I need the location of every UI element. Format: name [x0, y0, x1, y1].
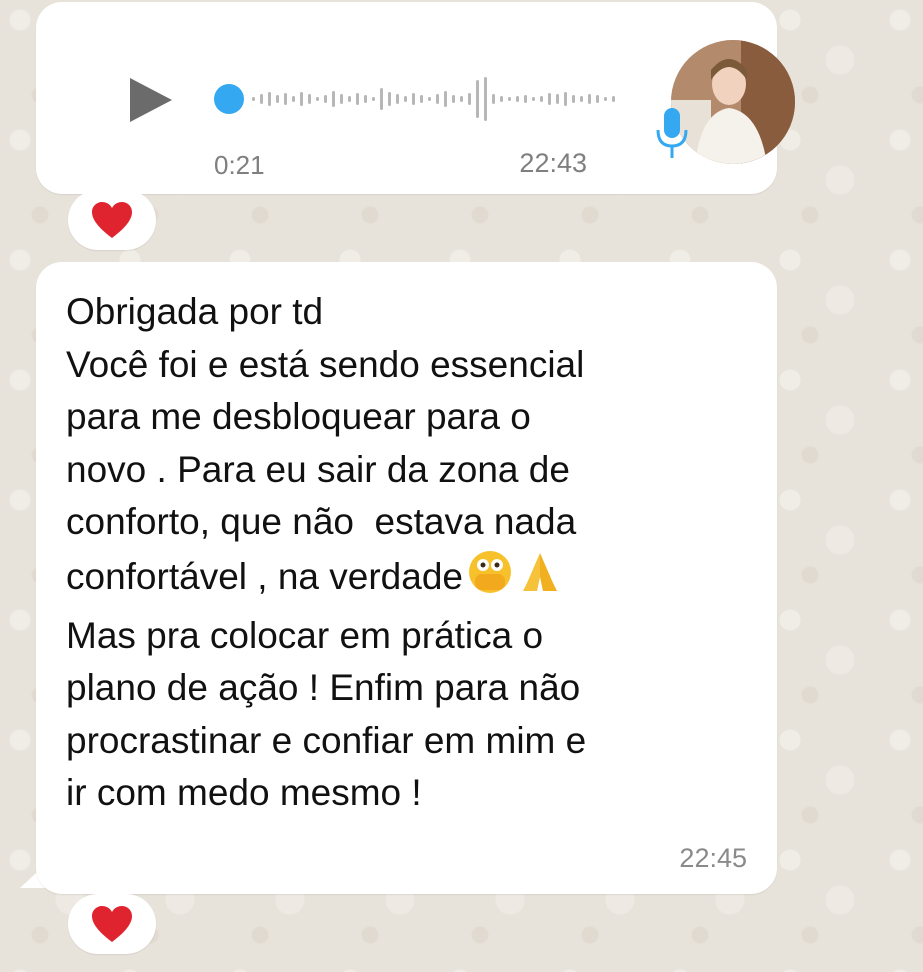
message-line: procrastinar e confiar em mim e: [66, 719, 587, 761]
waveform-bar: [396, 94, 399, 104]
message-line-with-emoji: confortável , na verdade: [66, 549, 766, 610]
waveform-bar: [540, 96, 543, 102]
waveform-bar: [372, 97, 375, 101]
microphone-icon: [656, 108, 688, 158]
message-line: Obrigada por td: [66, 291, 324, 332]
waveform-bar: [276, 95, 279, 103]
waveform-bar: [316, 97, 319, 101]
waveform-bar: [340, 94, 343, 104]
text-message-time: 22:45: [679, 843, 747, 873]
heart-icon: [92, 202, 132, 238]
folded-hands-emoji: [517, 549, 563, 610]
waveform-bar: [468, 93, 471, 105]
waveform-bar: [604, 97, 607, 101]
waveform-bar: [508, 97, 511, 101]
waveform-bar: [548, 93, 551, 105]
waveform-bar: [332, 91, 335, 107]
message-line: conforto, que não estava nada: [66, 501, 577, 543]
message-text: Obrigada por td Você foi e está sendo ess…: [66, 286, 766, 820]
voice-duration: 0:21: [214, 150, 265, 180]
waveform-bar: [460, 96, 463, 102]
heart-reaction[interactable]: [68, 894, 156, 954]
waveform-bar: [612, 96, 615, 102]
message-line: novo . Para eu sair da zona de: [66, 448, 570, 490]
waveform-bar: [292, 96, 295, 102]
waveform-bar: [420, 95, 423, 103]
waveform-bar: [412, 93, 415, 105]
waveform-bar: [476, 80, 479, 118]
waveform-bar: [492, 94, 495, 104]
waveform-bar: [556, 94, 559, 104]
waveform-bar: [484, 77, 487, 121]
message-line: para me desbloquear para o: [66, 396, 531, 438]
waveform-bar: [284, 93, 287, 105]
message-line: ir com medo mesmo !: [66, 772, 422, 814]
waveform-bar: [428, 97, 431, 101]
waveform-bar: [588, 94, 591, 104]
waveform-bar: [564, 92, 567, 106]
face-with-open-eyes-and-hand-over-mouth-emoji: [467, 549, 513, 610]
waveform-bar: [324, 95, 327, 103]
heart-reaction[interactable]: [68, 190, 156, 250]
waveform-bar: [572, 95, 575, 103]
voice-message-time: 22:43: [519, 148, 587, 178]
waveform-bar: [348, 96, 351, 102]
waveform-bar: [356, 93, 359, 105]
waveform-bar: [252, 97, 255, 101]
waveform[interactable]: [216, 66, 616, 132]
waveform-bar: [300, 92, 303, 106]
message-line: Mas pra colocar em prática o: [66, 614, 544, 656]
waveform-bar: [444, 91, 447, 107]
play-icon[interactable]: [130, 78, 172, 122]
waveform-bar: [500, 96, 503, 102]
waveform-bar: [452, 95, 455, 103]
waveform-bar: [308, 94, 311, 104]
waveform-bar: [532, 97, 535, 101]
message-line: Você foi e está sendo essencial: [66, 343, 585, 385]
waveform-bar: [268, 92, 271, 106]
waveform-bar: [380, 88, 383, 110]
waveform-bar: [524, 95, 527, 103]
waveform-bar: [580, 96, 583, 102]
waveform-bar: [388, 92, 391, 106]
waveform-bar: [260, 94, 263, 104]
waveform-bar: [364, 95, 367, 103]
waveform-bar: [596, 95, 599, 103]
voice-message-bubble[interactable]: 0:21 22:43: [36, 2, 795, 194]
waveform-bar: [516, 96, 519, 102]
heart-icon: [92, 906, 132, 942]
waveform-bar: [404, 96, 407, 102]
message-line: plano de ação ! Enfim para não: [66, 667, 581, 709]
message-line: confortável , na verdade: [66, 555, 463, 597]
waveform-bar: [436, 94, 439, 104]
playback-seek-dot[interactable]: [214, 84, 244, 114]
text-message-bubble[interactable]: Obrigada por td Você foi e está sendo ess…: [36, 262, 777, 894]
